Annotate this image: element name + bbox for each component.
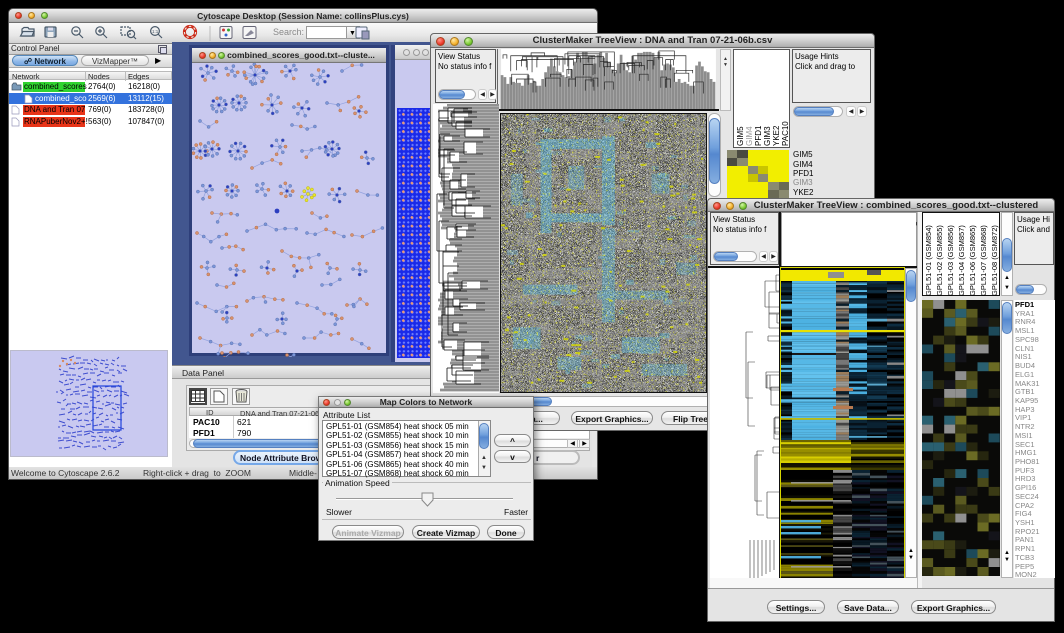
svg-text:1:1: 1:1 xyxy=(152,29,159,34)
